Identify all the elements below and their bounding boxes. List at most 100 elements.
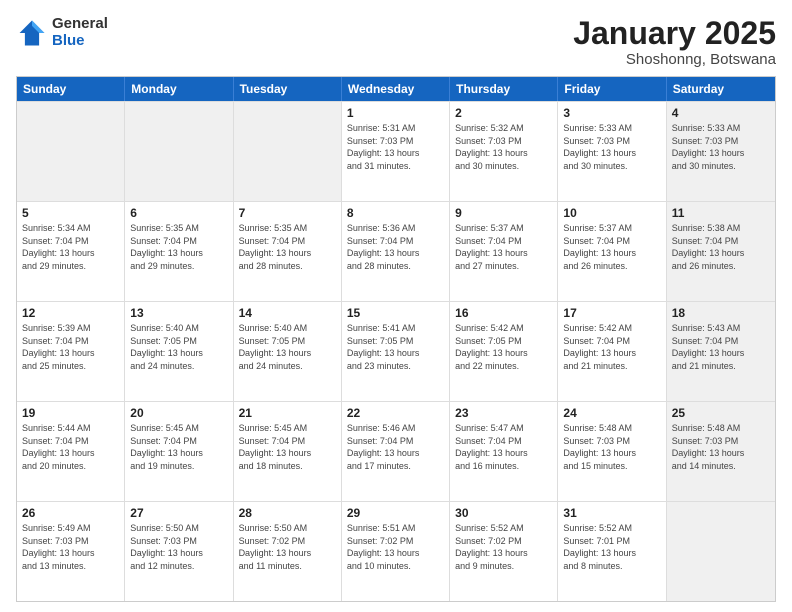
cell-daylight-text: Sunrise: 5:51 AM Sunset: 7:02 PM Dayligh… — [347, 522, 444, 572]
day-number: 4 — [672, 106, 770, 120]
cell-daylight-text: Sunrise: 5:32 AM Sunset: 7:03 PM Dayligh… — [455, 122, 552, 172]
day-number: 13 — [130, 306, 227, 320]
calendar-body: 1Sunrise: 5:31 AM Sunset: 7:03 PM Daylig… — [17, 101, 775, 601]
calendar-cell: 15 Sunrise: 5:41 AM Sunset: 7:05 PM Dayli… — [342, 302, 450, 401]
cell-daylight-text: Sunrise: 5:49 AM Sunset: 7:03 PM Dayligh… — [22, 522, 119, 572]
cell-daylight-text: Sunrise: 5:48 AM Sunset: 7:03 PM Dayligh… — [563, 422, 660, 472]
cell-daylight-text: Sunrise: 5:50 AM Sunset: 7:03 PM Dayligh… — [130, 522, 227, 572]
logo-general-text: General — [52, 16, 108, 33]
calendar-cell: 13Sunrise: 5:40 AM Sunset: 7:05 PM Dayli… — [125, 302, 233, 401]
day-number: 18 — [672, 306, 770, 320]
calendar-cell: 11 Sunrise: 5:38 AM Sunset: 7:04 PM Dayli… — [667, 202, 775, 301]
main-title: January 2025 — [573, 16, 776, 51]
cell-daylight-text: Sunrise: 5:42 AM Sunset: 7:05 PM Dayligh… — [455, 322, 552, 372]
day-number: 10 — [563, 206, 660, 220]
day-number: 21 — [239, 406, 336, 420]
cell-daylight-text: Sunrise: 5:33 AM Sunset: 7:03 PM Dayligh… — [672, 122, 770, 172]
logo-icon — [16, 17, 48, 49]
cell-daylight-text: Sunrise: 5:35 AM Sunset: 7:04 PM Dayligh… — [239, 222, 336, 272]
calendar-cell: 16 Sunrise: 5:42 AM Sunset: 7:05 PM Dayli… — [450, 302, 558, 401]
cell-daylight-text: Sunrise: 5:34 AM Sunset: 7:04 PM Dayligh… — [22, 222, 119, 272]
day-number: 28 — [239, 506, 336, 520]
calendar-cell: 6 Sunrise: 5:35 AM Sunset: 7:04 PM Daylig… — [125, 202, 233, 301]
calendar-header-cell: Tuesday — [234, 77, 342, 101]
calendar-cell: 10 Sunrise: 5:37 AM Sunset: 7:04 PM Dayli… — [558, 202, 666, 301]
calendar-header-cell: Wednesday — [342, 77, 450, 101]
calendar-week-row: 12 Sunrise: 5:39 AM Sunset: 7:04 PM Dayli… — [17, 301, 775, 401]
cell-daylight-text: Sunrise: 5:37 AM Sunset: 7:04 PM Dayligh… — [455, 222, 552, 272]
cell-daylight-text: Sunrise: 5:42 AM Sunset: 7:04 PM Dayligh… — [563, 322, 660, 372]
calendar-cell: 4 Sunrise: 5:33 AM Sunset: 7:03 PM Daylig… — [667, 102, 775, 201]
calendar-cell: 26 Sunrise: 5:49 AM Sunset: 7:03 PM Dayli… — [17, 502, 125, 601]
cell-daylight-text: Sunrise: 5:46 AM Sunset: 7:04 PM Dayligh… — [347, 422, 444, 472]
calendar-header-cell: Sunday — [17, 77, 125, 101]
day-number: 20 — [130, 406, 227, 420]
day-number: 24 — [563, 406, 660, 420]
cell-daylight-text: Sunrise: 5:44 AM Sunset: 7:04 PM Dayligh… — [22, 422, 119, 472]
calendar-cell: 5Sunrise: 5:34 AM Sunset: 7:04 PM Daylig… — [17, 202, 125, 301]
calendar-cell: 31 Sunrise: 5:52 AM Sunset: 7:01 PM Dayli… — [558, 502, 666, 601]
cell-daylight-text: Sunrise: 5:35 AM Sunset: 7:04 PM Dayligh… — [130, 222, 227, 272]
calendar-cell: 29 Sunrise: 5:51 AM Sunset: 7:02 PM Dayli… — [342, 502, 450, 601]
day-number: 6 — [130, 206, 227, 220]
calendar-cell: 20 Sunrise: 5:45 AM Sunset: 7:04 PM Dayli… — [125, 402, 233, 501]
calendar-cell: 7 Sunrise: 5:35 AM Sunset: 7:04 PM Daylig… — [234, 202, 342, 301]
calendar-cell: 17Sunrise: 5:42 AM Sunset: 7:04 PM Dayli… — [558, 302, 666, 401]
calendar-cell: 27Sunrise: 5:50 AM Sunset: 7:03 PM Dayli… — [125, 502, 233, 601]
logo: General Blue — [16, 16, 108, 49]
cell-daylight-text: Sunrise: 5:39 AM Sunset: 7:04 PM Dayligh… — [22, 322, 119, 372]
cell-daylight-text: Sunrise: 5:47 AM Sunset: 7:04 PM Dayligh… — [455, 422, 552, 472]
calendar-header-cell: Saturday — [667, 77, 775, 101]
day-number: 15 — [347, 306, 444, 320]
calendar-week-row: 26 Sunrise: 5:49 AM Sunset: 7:03 PM Dayli… — [17, 501, 775, 601]
day-number: 2 — [455, 106, 552, 120]
day-number: 8 — [347, 206, 444, 220]
day-number: 26 — [22, 506, 119, 520]
calendar-cell: 28Sunrise: 5:50 AM Sunset: 7:02 PM Dayli… — [234, 502, 342, 601]
cell-daylight-text: Sunrise: 5:45 AM Sunset: 7:04 PM Dayligh… — [239, 422, 336, 472]
calendar-cell: 24 Sunrise: 5:48 AM Sunset: 7:03 PM Dayli… — [558, 402, 666, 501]
cell-daylight-text: Sunrise: 5:33 AM Sunset: 7:03 PM Dayligh… — [563, 122, 660, 172]
day-number: 12 — [22, 306, 119, 320]
logo-blue-text: Blue — [52, 33, 108, 50]
cell-daylight-text: Sunrise: 5:40 AM Sunset: 7:05 PM Dayligh… — [239, 322, 336, 372]
cell-daylight-text: Sunrise: 5:52 AM Sunset: 7:02 PM Dayligh… — [455, 522, 552, 572]
subtitle: Shoshonng, Botswana — [573, 51, 776, 68]
cell-daylight-text: Sunrise: 5:37 AM Sunset: 7:04 PM Dayligh… — [563, 222, 660, 272]
cell-daylight-text: Sunrise: 5:36 AM Sunset: 7:04 PM Dayligh… — [347, 222, 444, 272]
day-number: 19 — [22, 406, 119, 420]
day-number: 16 — [455, 306, 552, 320]
calendar-cell: 3Sunrise: 5:33 AM Sunset: 7:03 PM Daylig… — [558, 102, 666, 201]
day-number: 22 — [347, 406, 444, 420]
calendar-cell — [667, 502, 775, 601]
calendar-cell: 14 Sunrise: 5:40 AM Sunset: 7:05 PM Dayli… — [234, 302, 342, 401]
cell-daylight-text: Sunrise: 5:48 AM Sunset: 7:03 PM Dayligh… — [672, 422, 770, 472]
calendar-week-row: 5Sunrise: 5:34 AM Sunset: 7:04 PM Daylig… — [17, 201, 775, 301]
day-number: 11 — [672, 206, 770, 220]
calendar-header-cell: Thursday — [450, 77, 558, 101]
day-number: 14 — [239, 306, 336, 320]
day-number: 29 — [347, 506, 444, 520]
calendar-week-row: 19 Sunrise: 5:44 AM Sunset: 7:04 PM Dayli… — [17, 401, 775, 501]
calendar-cell: 23 Sunrise: 5:47 AM Sunset: 7:04 PM Dayli… — [450, 402, 558, 501]
calendar-cell — [125, 102, 233, 201]
calendar-header-row: SundayMondayTuesdayWednesdayThursdayFrid… — [17, 77, 775, 101]
calendar-cell: 8 Sunrise: 5:36 AM Sunset: 7:04 PM Daylig… — [342, 202, 450, 301]
cell-daylight-text: Sunrise: 5:45 AM Sunset: 7:04 PM Dayligh… — [130, 422, 227, 472]
calendar-cell: 25Sunrise: 5:48 AM Sunset: 7:03 PM Dayli… — [667, 402, 775, 501]
calendar-cell: 18Sunrise: 5:43 AM Sunset: 7:04 PM Dayli… — [667, 302, 775, 401]
calendar-cell: 30 Sunrise: 5:52 AM Sunset: 7:02 PM Dayli… — [450, 502, 558, 601]
day-number: 31 — [563, 506, 660, 520]
calendar-cell: 22 Sunrise: 5:46 AM Sunset: 7:04 PM Dayli… — [342, 402, 450, 501]
day-number: 23 — [455, 406, 552, 420]
calendar-cell: 9 Sunrise: 5:37 AM Sunset: 7:04 PM Daylig… — [450, 202, 558, 301]
cell-daylight-text: Sunrise: 5:41 AM Sunset: 7:05 PM Dayligh… — [347, 322, 444, 372]
page-header: General Blue January 2025 Shoshonng, Bot… — [16, 16, 776, 68]
cell-daylight-text: Sunrise: 5:52 AM Sunset: 7:01 PM Dayligh… — [563, 522, 660, 572]
calendar-cell: 19 Sunrise: 5:44 AM Sunset: 7:04 PM Dayli… — [17, 402, 125, 501]
day-number: 7 — [239, 206, 336, 220]
cell-daylight-text: Sunrise: 5:38 AM Sunset: 7:04 PM Dayligh… — [672, 222, 770, 272]
day-number: 1 — [347, 106, 444, 120]
day-number: 9 — [455, 206, 552, 220]
day-number: 30 — [455, 506, 552, 520]
